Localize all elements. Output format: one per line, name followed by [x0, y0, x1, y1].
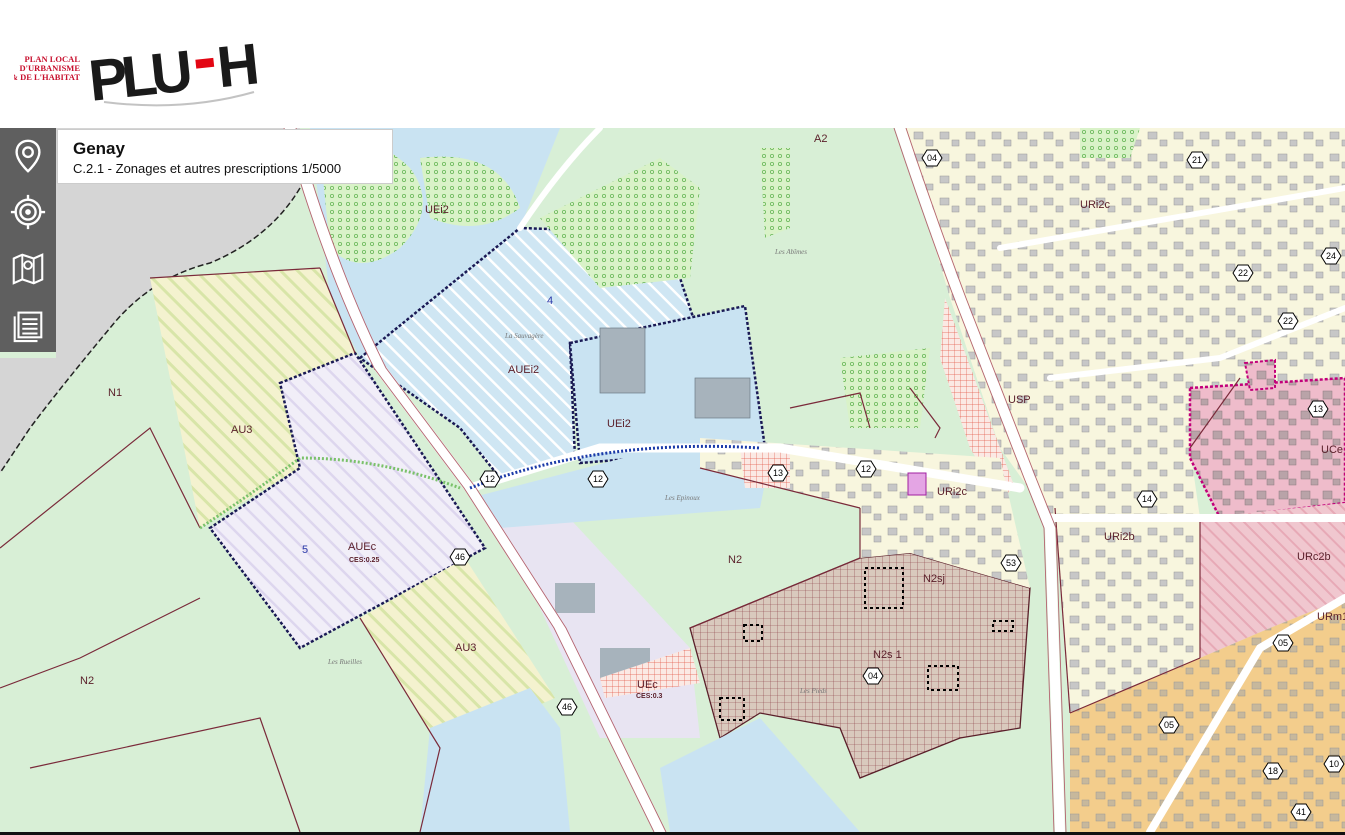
label-auec-ces: CES:0.25	[349, 557, 379, 564]
road-number-hex: 24	[1320, 247, 1342, 265]
svg-text:05: 05	[1278, 638, 1288, 648]
svg-text:12: 12	[861, 464, 871, 474]
place-les-rueilles: Les Rueilles	[327, 658, 362, 666]
road-number-hex: 22	[1277, 312, 1299, 330]
svg-text:04: 04	[927, 153, 937, 163]
label-n2s1: N2s 1	[873, 649, 902, 661]
road-number-hex: 21	[1186, 151, 1208, 169]
road-number-hex: 41	[1290, 803, 1312, 821]
road-number-hex: 12	[587, 470, 609, 488]
svg-text:12: 12	[485, 474, 495, 484]
zoning-map[interactable]: A2 UEi2 4 AUEi2 UEi2 N1 AU3 5 AUEc CES:0…	[0, 128, 1345, 832]
road-number-hex: 13	[767, 464, 789, 482]
svg-text:10: 10	[1329, 759, 1339, 769]
logo-brand-dash	[195, 57, 215, 69]
svg-text:04: 04	[868, 671, 878, 681]
svg-text:13: 13	[1313, 404, 1323, 414]
label-n2sj: N2sj	[923, 573, 945, 585]
svg-text:46: 46	[455, 552, 465, 562]
place-les-pieds: Les Pieds	[799, 687, 827, 695]
road-number-hex: 18	[1262, 762, 1284, 780]
logo-brand-plu: PLU	[86, 39, 193, 112]
road-number-hex: 13	[1307, 400, 1329, 418]
documents-button[interactable]	[0, 296, 56, 352]
road-number-hex: 12	[855, 460, 877, 478]
road-number-hex: 04	[921, 149, 943, 167]
svg-text:14: 14	[1142, 494, 1152, 504]
road-number-hex: 14	[1136, 490, 1158, 508]
label-usp: USP	[1008, 394, 1031, 406]
label-uei2-central: UEi2	[607, 418, 631, 430]
label-n2-west: N2	[80, 675, 94, 687]
road-number-hex: 10	[1323, 755, 1345, 773]
road-number-hex: 05	[1272, 634, 1294, 652]
svg-text:22: 22	[1283, 316, 1293, 326]
layer-name: C.2.1 - Zonages et autres prescriptions …	[73, 161, 342, 176]
svg-text:22: 22	[1238, 268, 1248, 278]
geolocate-button[interactable]	[0, 184, 56, 240]
place-les-abimes: Les Abîmes	[774, 248, 807, 256]
svg-text:18: 18	[1268, 766, 1278, 776]
road-number-hex: 46	[449, 548, 471, 566]
svg-text:46: 46	[562, 702, 572, 712]
label-uri2b: URi2b	[1104, 531, 1135, 543]
commune-name: Genay	[73, 139, 125, 158]
svg-text:41: 41	[1296, 807, 1306, 817]
label-5: 5	[302, 544, 308, 556]
target-icon	[10, 194, 46, 230]
logo-small-text-3: & DE L'HABITAT	[14, 72, 80, 82]
svg-text:24: 24	[1326, 251, 1336, 261]
label-a2: A2	[814, 133, 827, 145]
place-la-sauvagere: La Sauvagère	[504, 332, 543, 340]
location-pin-icon	[15, 139, 41, 173]
label-auei2: AUEi2	[508, 364, 539, 376]
road-number-hex: 22	[1232, 264, 1254, 282]
label-au3-south: AU3	[455, 642, 476, 654]
place-les-epinoux: Les Epinoux	[664, 494, 701, 502]
plu-h-logo: PLAN LOCAL D'URBANISME & DE L'HABITAT PL…	[14, 31, 262, 112]
svg-text:13: 13	[773, 468, 783, 478]
label-uri2c-north: URi2c	[1080, 199, 1110, 211]
label-urm1: URm1	[1317, 611, 1345, 623]
svg-text:21: 21	[1192, 155, 1202, 165]
map-layers-icon	[12, 253, 44, 285]
map-layers-button[interactable]	[0, 240, 56, 296]
label-uec: UEc	[637, 679, 658, 691]
label-auec: AUEc	[348, 541, 377, 553]
road-number-hex: 05	[1158, 716, 1180, 734]
layer-info-panel: Genay C.2.1 - Zonages et autres prescrip…	[57, 129, 393, 184]
map-toolbar	[0, 128, 56, 352]
label-uec-ces: CES:0.3	[636, 693, 663, 700]
location-button[interactable]	[0, 128, 56, 184]
label-uce: UCe	[1321, 444, 1343, 456]
road-number-hex: 46	[556, 698, 578, 716]
label-uri2c-center: URi2c	[937, 486, 967, 498]
app-header: PLAN LOCAL D'URBANISME & DE L'HABITAT PL…	[0, 0, 1345, 128]
svg-text:53: 53	[1006, 558, 1016, 568]
road-number-hex: 53	[1000, 554, 1022, 572]
svg-text:12: 12	[593, 474, 603, 484]
document-list-icon	[13, 311, 43, 343]
label-urc2b: URc2b	[1297, 551, 1331, 563]
label-uei2-north: UEi2	[425, 204, 449, 216]
logo-brand-h: H	[214, 31, 262, 100]
road-number-hex: 04	[862, 667, 884, 685]
label-4: 4	[547, 295, 553, 307]
label-n1: N1	[108, 387, 122, 399]
road-number-hex: 12	[479, 470, 501, 488]
label-au3-west: AU3	[231, 424, 252, 436]
svg-text:05: 05	[1164, 720, 1174, 730]
label-n2-center: N2	[728, 554, 742, 566]
